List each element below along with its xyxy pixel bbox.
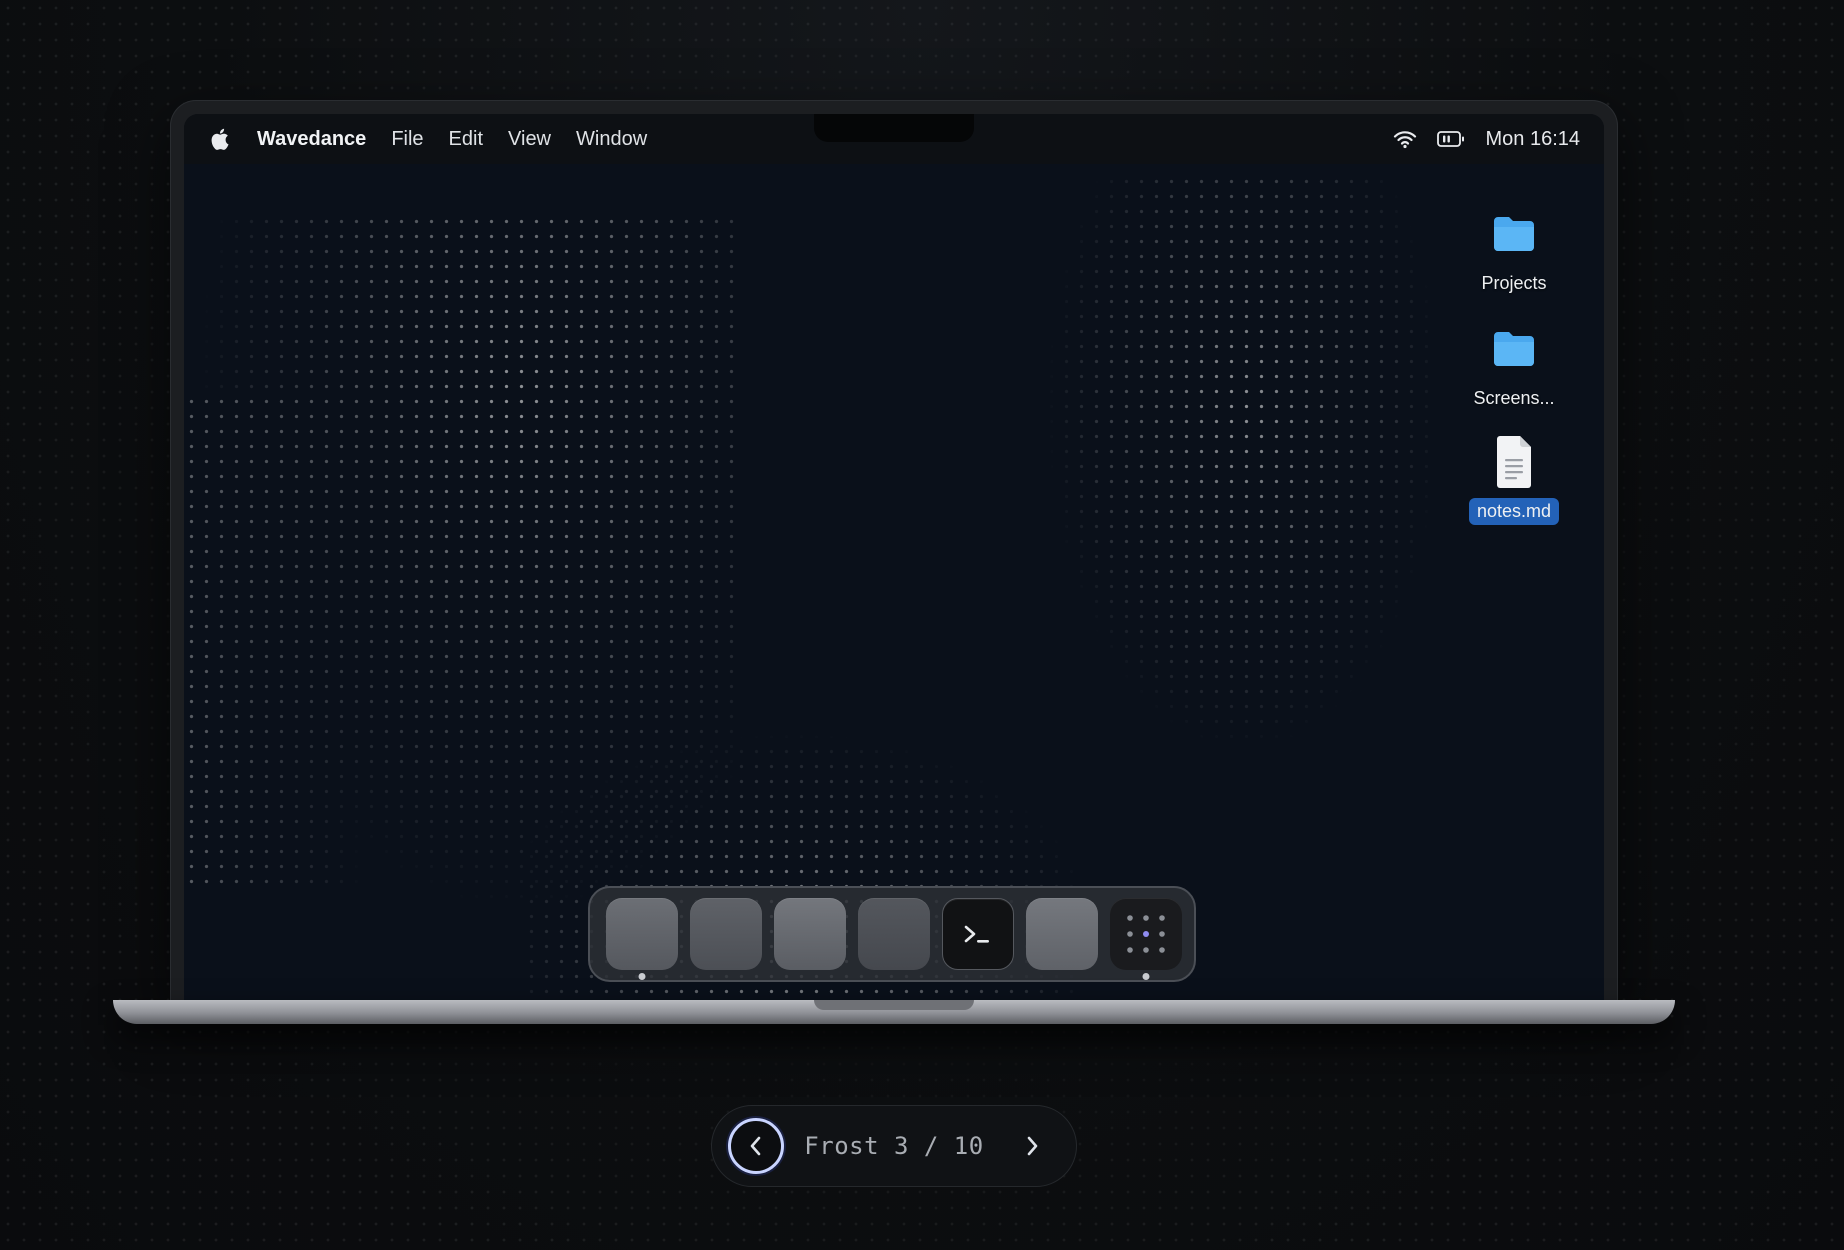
menu-view[interactable]: View (508, 128, 551, 151)
app-tile-icon (606, 898, 678, 970)
next-button[interactable] (1004, 1118, 1060, 1174)
menu-clock[interactable]: Mon 16:14 (1485, 128, 1580, 151)
desktop-screen: Wavedance File Edit View Window Mon 16:1… (184, 114, 1604, 1005)
dock (588, 886, 1196, 982)
dock-item-3[interactable] (774, 898, 846, 970)
wallpaper-pager: Frost 3 / 10 (711, 1105, 1077, 1187)
menu-window[interactable]: Window (576, 128, 647, 151)
chevron-right-icon (1027, 1136, 1038, 1156)
document-icon (1484, 432, 1544, 492)
desktop-item-screenshots[interactable]: Screens... (1459, 319, 1569, 412)
menu-app-name[interactable]: Wavedance (257, 128, 366, 151)
menu-edit[interactable]: Edit (449, 128, 483, 151)
dock-item-2[interactable] (690, 898, 762, 970)
app-tile-icon (1026, 898, 1098, 970)
app-tile-icon (774, 898, 846, 970)
base-opening-notch (814, 1000, 974, 1010)
chevron-left-icon (750, 1136, 761, 1156)
laptop-lid: Wavedance File Edit View Window Mon 16:1… (170, 100, 1618, 1005)
folder-icon (1484, 204, 1544, 264)
previous-button[interactable] (728, 1118, 784, 1174)
laptop-base (113, 1000, 1675, 1024)
pager-label: Frost 3 / 10 (804, 1132, 984, 1160)
folder-icon (1484, 319, 1544, 379)
camera-notch (814, 114, 974, 142)
app-tile-icon (690, 898, 762, 970)
dock-item-terminal[interactable] (942, 898, 1014, 970)
terminal-icon (942, 898, 1014, 970)
desktop-item-label: Screens... (1473, 388, 1555, 408)
running-indicator (638, 973, 646, 980)
desktop-item-projects[interactable]: Projects (1459, 204, 1569, 297)
desktop-item-label-selected: notes.md (1468, 498, 1560, 525)
dock-item-1[interactable] (606, 898, 678, 980)
desktop-item-label: Projects (1481, 273, 1547, 293)
app-tile-icon (858, 898, 930, 970)
dock-item-launchpad[interactable] (1110, 898, 1182, 980)
apple-icon[interactable] (210, 127, 232, 151)
wifi-icon[interactable] (1393, 129, 1417, 149)
battery-icon[interactable] (1437, 130, 1465, 148)
wallpaper-dots (184, 394, 364, 894)
dock-item-6[interactable] (1026, 898, 1098, 970)
launchpad-icon (1110, 898, 1182, 970)
running-indicator (1142, 973, 1150, 980)
dock-item-4[interactable] (858, 898, 930, 970)
wallpaper-dots (1044, 174, 1444, 754)
menu-file[interactable]: File (391, 128, 423, 151)
desktop-item-notes[interactable]: notes.md (1459, 432, 1569, 525)
